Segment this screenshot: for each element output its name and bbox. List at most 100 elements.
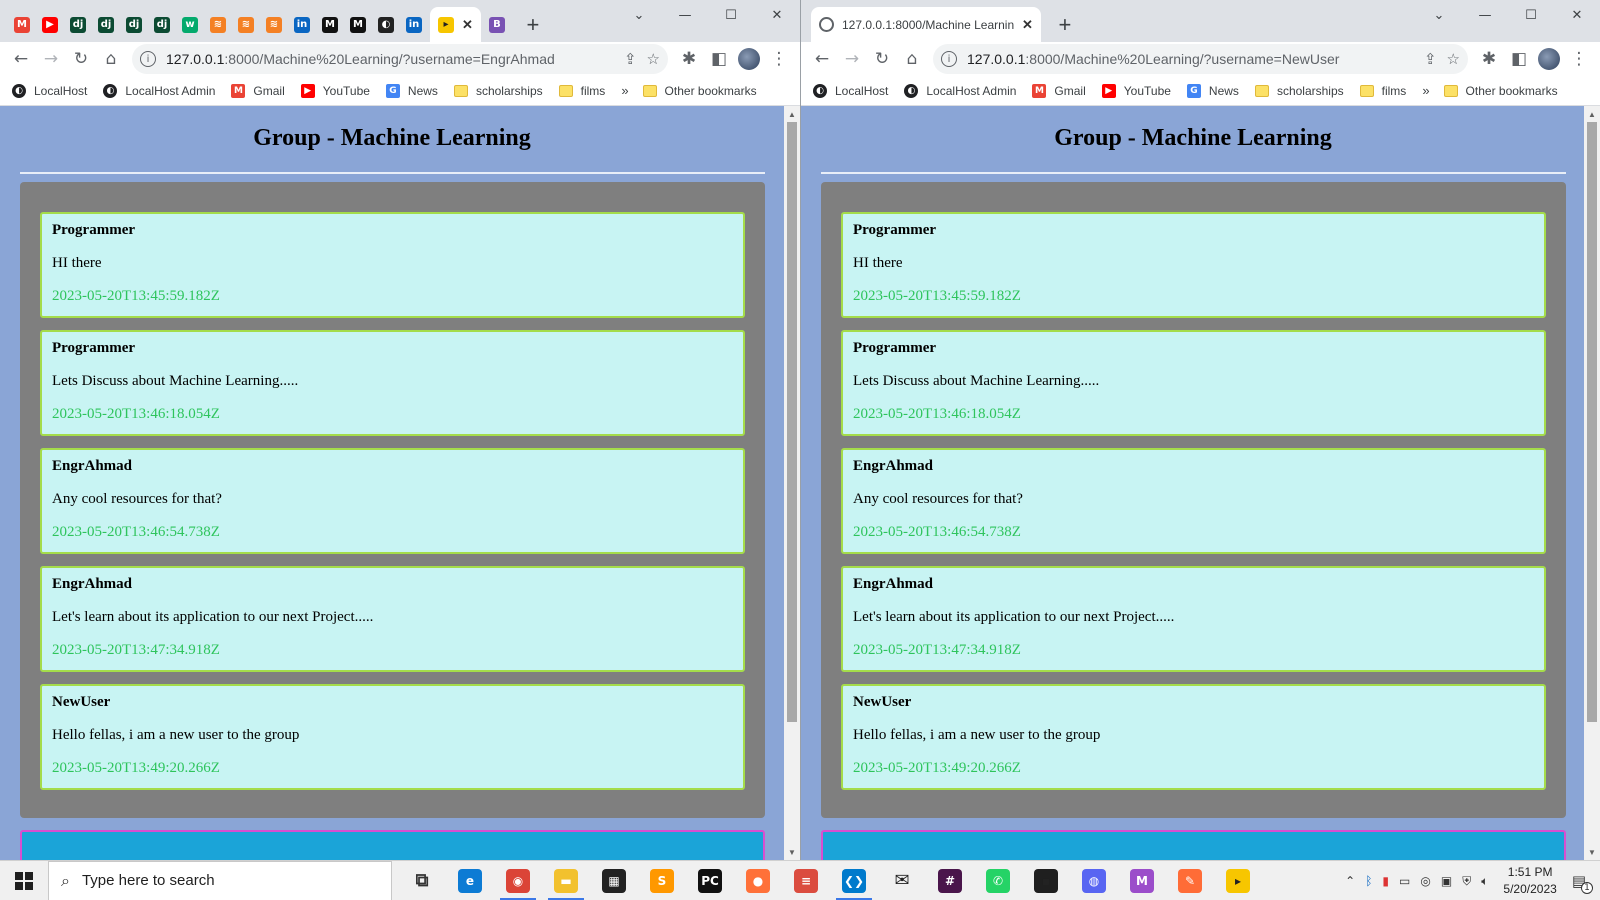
minimize-button[interactable]: — xyxy=(662,0,708,30)
maximize-button[interactable]: ☐ xyxy=(708,0,754,30)
share-icon[interactable]: ⇪ xyxy=(1424,50,1437,68)
bookmark-gmail[interactable]: M Gmail xyxy=(1032,83,1086,98)
bookmarks-overflow-icon[interactable]: » xyxy=(621,83,628,98)
pinned-tab[interactable]: B xyxy=(483,7,511,42)
message-input-area[interactable] xyxy=(821,830,1566,860)
bookmark-localhost-admin[interactable]: ◐ LocalHost Admin xyxy=(904,83,1016,98)
bookmark-films[interactable]: films xyxy=(1359,84,1406,98)
taskbar-app[interactable]: ✎ xyxy=(1166,861,1214,900)
pinned-tab[interactable]: dj xyxy=(148,7,176,42)
scrollbar-thumb[interactable] xyxy=(1587,122,1597,722)
tab-machine-learning[interactable]: 127.0.0.1:8000/Machine Learning ✕ xyxy=(811,7,1041,42)
back-icon[interactable]: ← xyxy=(6,44,36,74)
reload-icon[interactable]: ↻ xyxy=(867,44,897,74)
forward-icon[interactable]: → xyxy=(837,44,867,74)
bookmark-scholarships[interactable]: scholarships xyxy=(453,84,543,98)
close-tab-icon[interactable]: ✕ xyxy=(1022,17,1033,33)
maximize-button[interactable]: ☐ xyxy=(1508,0,1554,30)
pinned-tab[interactable]: M xyxy=(344,7,372,42)
pinned-tab[interactable]: ≋ xyxy=(204,7,232,42)
forward-icon[interactable]: → xyxy=(36,44,66,74)
share-icon[interactable]: ⇪ xyxy=(624,50,637,68)
other-bookmarks[interactable]: Other bookmarks xyxy=(642,84,757,98)
taskbar-app[interactable]: ◉ xyxy=(494,861,542,900)
network-icon[interactable]: ◎ xyxy=(1420,874,1430,888)
home-icon[interactable]: ⌂ xyxy=(96,44,126,74)
tab-active[interactable]: ▸ ✕ xyxy=(430,7,481,42)
home-icon[interactable]: ⌂ xyxy=(897,44,927,74)
taskbar-app[interactable]: ▦ xyxy=(590,861,638,900)
scroll-up-icon[interactable]: ▲ xyxy=(784,106,800,122)
notifications-icon[interactable]: ▤ 1 xyxy=(1572,872,1593,894)
pinned-tab[interactable]: dj xyxy=(120,7,148,42)
taskbar-app[interactable]: PC xyxy=(686,861,734,900)
pinned-tab[interactable]: w xyxy=(176,7,204,42)
pinned-tab[interactable]: ≋ xyxy=(232,7,260,42)
menu-kebab-icon[interactable]: ⋮ xyxy=(764,44,794,74)
bookmarks-overflow-icon[interactable]: » xyxy=(1422,83,1429,98)
pinned-tab[interactable]: in xyxy=(288,7,316,42)
address-bar[interactable]: i 127.0.0.1:8000/Machine%20Learning/?use… xyxy=(132,44,668,74)
system-clock[interactable]: 1:51 PM 5/20/2023 xyxy=(1503,864,1556,898)
scrollbar-thumb[interactable] xyxy=(787,122,797,722)
profile-avatar[interactable] xyxy=(1534,44,1564,74)
pinned-tab[interactable]: dj xyxy=(92,7,120,42)
page-scrollbar[interactable]: ▲ ▼ xyxy=(1584,106,1600,860)
reload-icon[interactable]: ↻ xyxy=(66,44,96,74)
side-panel-icon[interactable]: ◧ xyxy=(1504,44,1534,74)
taskbar-app[interactable]: ⧉ xyxy=(398,861,446,900)
tab-search-icon[interactable]: ⌄ xyxy=(616,0,662,30)
back-icon[interactable]: ← xyxy=(807,44,837,74)
new-tab-button[interactable]: + xyxy=(519,11,547,39)
taskbar-app[interactable]: M xyxy=(1118,861,1166,900)
chevron-up-icon[interactable]: ⌃ xyxy=(1345,874,1355,888)
battery-icon[interactable]: ▭ xyxy=(1399,874,1410,888)
minimize-button[interactable]: — xyxy=(1462,0,1508,30)
profile-avatar[interactable] xyxy=(734,44,764,74)
bookmark-news[interactable]: G News xyxy=(385,83,438,98)
address-bar[interactable]: i 127.0.0.1:8000/Machine%20Learning/?use… xyxy=(933,44,1468,74)
bookmark-news[interactable]: G News xyxy=(1186,83,1239,98)
security-icon[interactable]: ⛨ xyxy=(1462,874,1471,889)
bookmark-star-icon[interactable]: ☆ xyxy=(647,50,660,68)
side-panel-icon[interactable]: ◧ xyxy=(704,44,734,74)
taskbar-app[interactable]: ▪ xyxy=(1022,861,1070,900)
menu-kebab-icon[interactable]: ⋮ xyxy=(1564,44,1594,74)
pinned-tab[interactable]: in xyxy=(400,7,428,42)
close-window-button[interactable]: ✕ xyxy=(754,0,800,30)
taskbar-app[interactable]: # xyxy=(926,861,974,900)
pinned-tab[interactable]: M xyxy=(8,7,36,42)
taskbar-app[interactable]: ≡ xyxy=(782,861,830,900)
taskbar-app[interactable]: ✉ xyxy=(878,861,926,900)
bookmark-films[interactable]: films xyxy=(558,84,605,98)
bookmark-youtube[interactable]: ▶ YouTube xyxy=(1101,83,1171,98)
pinned-tab[interactable]: ◐ xyxy=(372,7,400,42)
bookmark-star-icon[interactable]: ☆ xyxy=(1447,50,1460,68)
scroll-up-icon[interactable]: ▲ xyxy=(1584,106,1600,122)
other-bookmarks[interactable]: Other bookmarks xyxy=(1443,84,1558,98)
scroll-down-icon[interactable]: ▼ xyxy=(1584,844,1600,860)
bluetooth-icon[interactable]: ᛒ xyxy=(1365,874,1372,888)
taskbar-search[interactable]: ⌕ Type here to search xyxy=(48,860,392,900)
taskbar-app[interactable]: ● xyxy=(734,861,782,900)
close-tab-icon[interactable]: ✕ xyxy=(462,17,473,33)
taskbar-app[interactable]: ◍ xyxy=(1070,861,1118,900)
app-tray-icon[interactable]: ▮ xyxy=(1382,874,1389,888)
display-icon[interactable]: ▣ xyxy=(1441,874,1452,888)
taskbar-app[interactable]: ✆ xyxy=(974,861,1022,900)
site-info-icon[interactable]: i xyxy=(140,51,156,67)
pinned-tab[interactable]: M xyxy=(316,7,344,42)
taskbar-app[interactable]: ❮❯ xyxy=(830,861,878,900)
bookmark-localhost[interactable]: ◐ LocalHost xyxy=(12,83,87,98)
page-scrollbar[interactable]: ▲ ▼ xyxy=(784,106,800,860)
bookmark-localhost[interactable]: ◐ LocalHost xyxy=(813,83,888,98)
pinned-tab[interactable]: dj xyxy=(64,7,92,42)
taskbar-app[interactable]: e xyxy=(446,861,494,900)
tab-search-icon[interactable]: ⌄ xyxy=(1416,0,1462,30)
scroll-down-icon[interactable]: ▼ xyxy=(784,844,800,860)
close-window-button[interactable]: ✕ xyxy=(1554,0,1600,30)
start-button[interactable] xyxy=(0,861,48,900)
pinned-tab[interactable]: ▶ xyxy=(36,7,64,42)
bookmark-localhost-admin[interactable]: ◐ LocalHost Admin xyxy=(103,83,215,98)
site-info-icon[interactable]: i xyxy=(941,51,957,67)
